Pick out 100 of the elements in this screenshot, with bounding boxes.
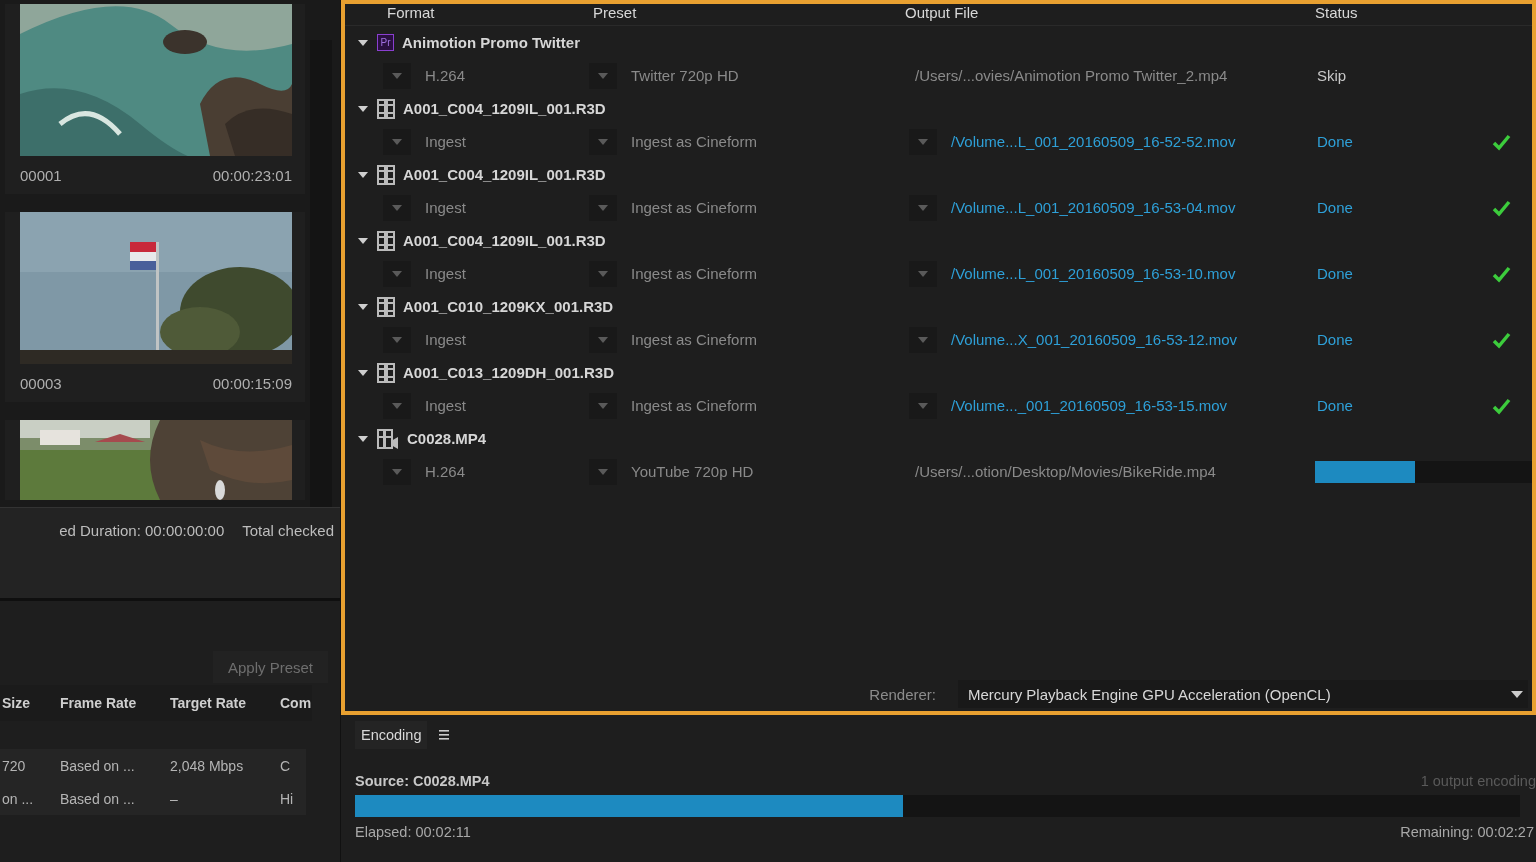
caret-icon — [383, 458, 411, 485]
table-cell-text: C — [280, 757, 292, 774]
checkmark-icon — [1492, 264, 1512, 283]
elapsed-time: Elapsed: 00:02:11 — [355, 824, 471, 840]
status-text: Done — [1316, 397, 1354, 414]
video-clip-icon — [377, 428, 399, 449]
panel-tab[interactable]: Encoding — [355, 721, 428, 749]
preset-dropdown[interactable]: Ingest as Cineform — [589, 194, 893, 221]
caret-icon — [589, 326, 617, 353]
output-file-link[interactable]: /Volume...L_001_20160509_16-53-10.mov — [909, 260, 1303, 287]
column-header[interactable]: Status — [1311, 4, 1492, 21]
caret-icon — [589, 62, 617, 89]
disclosure-triangle-icon[interactable] — [357, 367, 369, 378]
table-cell-text: – — [170, 790, 179, 807]
format-dropdown[interactable]: Ingest — [383, 392, 581, 419]
column-header[interactable]: Frame Rate — [60, 695, 168, 711]
disclosure-triangle-icon[interactable] — [357, 301, 369, 312]
output-file-link[interactable]: /Volume..._001_20160509_16-53-15.mov — [909, 392, 1303, 419]
output-file-link[interactable]: /Volume...L_001_20160509_16-52-52.mov — [909, 128, 1303, 155]
preset-dropdown[interactable]: Twitter 720p HD — [589, 62, 893, 89]
summary-text: Total checked — [242, 522, 334, 539]
apply-preset-button[interactable]: Apply Preset — [212, 651, 328, 683]
checkmark-icon — [1492, 198, 1512, 217]
source-name: A001_C004_1209IL_001.R3D — [403, 166, 606, 183]
caret-icon — [909, 128, 937, 155]
format-dropdown[interactable]: Ingest — [383, 194, 581, 221]
renderer-label: Renderer: — [869, 685, 936, 703]
output-count: 1 output encoding — [1420, 773, 1536, 789]
summary-text: ed Duration: 00:00:00:00 — [59, 522, 225, 539]
format-dropdown[interactable]: Ingest — [383, 260, 581, 287]
table-cell-text: Based on ... — [60, 790, 136, 807]
status-text: Skip — [1316, 67, 1348, 84]
clip-duration: 00:00:15:09 — [212, 374, 292, 392]
format-dropdown[interactable]: H.264 — [383, 62, 581, 89]
column-header[interactable]: Format — [383, 4, 589, 21]
disclosure-triangle-icon[interactable] — [357, 103, 369, 114]
caret-icon — [909, 326, 937, 353]
column-header[interactable]: Preset — [589, 4, 901, 21]
preset-dropdown[interactable]: Ingest as Cineform — [589, 392, 893, 419]
premiere-project-icon: Pr — [377, 34, 394, 51]
preset-dropdown[interactable]: YouTube 720p HD — [589, 458, 893, 485]
output-file-link[interactable]: /Users/...otion/Desktop/Movies/BikeRide.mp4 — [901, 463, 1311, 480]
status-text: Done — [1316, 331, 1354, 348]
column-header[interactable]: Size — [2, 695, 58, 711]
output-file-link[interactable]: /Users/...ovies/Animotion Promo Twitter_2.mp4 — [901, 67, 1311, 84]
column-header[interactable]: Output File — [901, 4, 1311, 21]
clip-thumbnail[interactable]: 00001 00:00:23:01 — [5, 4, 305, 194]
source-name: C0028.MP4 — [407, 430, 487, 447]
caret-icon — [909, 194, 937, 221]
source-text: Source: C0028.MP4 — [355, 773, 490, 789]
caret-icon — [589, 128, 617, 155]
disclosure-triangle-icon[interactable] — [357, 37, 369, 48]
clip-name: 00001 — [20, 166, 62, 184]
preset-dropdown[interactable]: Ingest as Cineform — [589, 128, 893, 155]
column-header[interactable]: Com — [280, 695, 312, 711]
caret-icon — [589, 392, 617, 419]
film-clip-icon — [377, 362, 395, 383]
column-header[interactable]: Target Rate — [170, 695, 278, 711]
output-file-link[interactable]: /Volume...X_001_20160509_16-53-12.mov — [909, 326, 1303, 353]
disclosure-triangle-icon[interactable] — [357, 169, 369, 180]
caret-icon — [383, 392, 411, 419]
table-cell-text: 720 — [2, 757, 27, 774]
status-text: Done — [1316, 265, 1354, 282]
caret-icon — [589, 194, 617, 221]
table-cell-text: Based on ... — [60, 757, 136, 774]
preset-dropdown[interactable]: Ingest as Cineform — [589, 260, 893, 287]
caret-icon — [383, 260, 411, 287]
table-cell-text: Hi — [280, 790, 295, 807]
preset-dropdown[interactable]: Ingest as Cineform — [589, 326, 893, 353]
caret-icon — [589, 458, 617, 485]
caret-icon — [383, 62, 411, 89]
disclosure-triangle-icon[interactable] — [357, 235, 369, 246]
film-clip-icon — [377, 296, 395, 317]
format-dropdown[interactable]: H.264 — [383, 458, 581, 485]
caret-icon — [1510, 689, 1524, 699]
remaining-time: Remaining: 00:02:27 — [1400, 824, 1534, 840]
scrollbar[interactable] — [310, 40, 332, 507]
film-clip-icon — [377, 98, 395, 119]
source-name: A001_C013_1209DH_001.R3D — [403, 364, 614, 381]
output-file-link[interactable]: /Volume...L_001_20160509_16-53-04.mov — [909, 194, 1303, 221]
caret-icon — [383, 326, 411, 353]
clip-thumbnail[interactable]: 00003 00:00:15:09 — [5, 212, 305, 402]
checkmark-icon — [1492, 396, 1512, 415]
checkmark-icon — [1492, 132, 1512, 151]
film-clip-icon — [377, 230, 395, 251]
clip-duration: 00:00:23:01 — [212, 166, 292, 184]
format-dropdown[interactable]: Ingest — [383, 128, 581, 155]
caret-icon — [383, 194, 411, 221]
caret-icon — [383, 128, 411, 155]
disclosure-triangle-icon[interactable] — [357, 433, 369, 444]
renderer-dropdown[interactable]: Mercury Playback Engine GPU Acceleration (OpenCL) — [958, 680, 1528, 708]
menu-icon — [439, 730, 450, 740]
caret-icon — [589, 260, 617, 287]
clip-name: 00003 — [20, 374, 62, 392]
film-clip-icon — [377, 164, 395, 185]
status-text: Done — [1316, 133, 1354, 150]
table-cell-text: 2,048 Mbps — [170, 757, 245, 774]
source-name: A001_C010_1209KX_001.R3D — [403, 298, 614, 315]
source-name: A001_C004_1209IL_001.R3D — [403, 100, 606, 117]
format-dropdown[interactable]: Ingest — [383, 326, 581, 353]
